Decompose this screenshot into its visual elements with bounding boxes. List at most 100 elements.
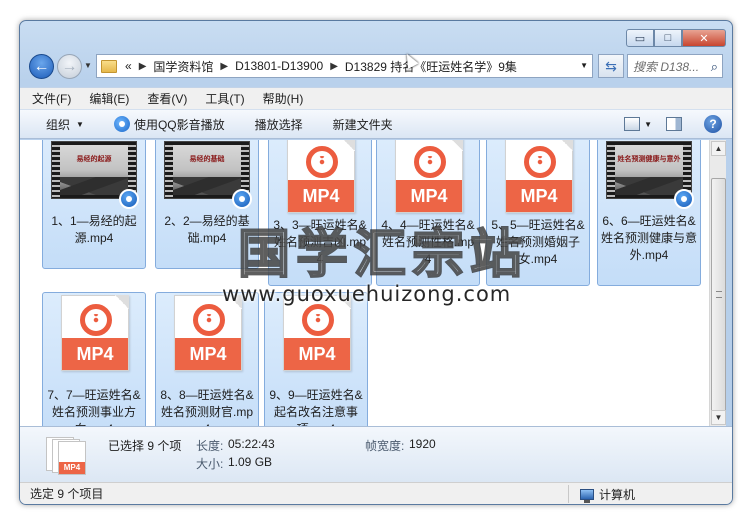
vertical-scrollbar[interactable]: ▲ ▼ [709, 140, 726, 426]
frame-width-label: 帧宽度: [365, 439, 405, 453]
page-fold-icon [341, 140, 355, 151]
chevron-down-icon: ▼ [76, 119, 84, 129]
folder-icon [101, 59, 117, 73]
film-reel-icon [193, 304, 225, 336]
video-frame-title: 易经的基础 [189, 156, 225, 163]
minimize-button[interactable]: ▭ [626, 29, 654, 47]
scroll-down-icon[interactable]: ▼ [711, 410, 726, 425]
file-item[interactable]: 姓名预测健康与意外 6、6—旺运姓名&姓名预测健康与意外.mp4 [597, 140, 701, 286]
frame-width-value: 1920 [409, 437, 436, 451]
video-frame [615, 145, 683, 195]
breadcrumb-separator-icon[interactable]: ▶ [220, 61, 228, 72]
close-button[interactable]: ✕ [682, 29, 726, 47]
status-zone: 计算机 [580, 486, 635, 503]
back-arrow-icon: ← [33, 57, 50, 75]
mp4-file-icon: MP4 [174, 295, 242, 371]
play-selected-button[interactable]: 播放选择 [255, 116, 303, 133]
size-value: 1.09 GB [228, 455, 273, 469]
mp4-badge: MP4 [62, 338, 128, 370]
mp4-badge: MP4 [284, 338, 350, 370]
menu-view[interactable]: 查看(V) [147, 90, 187, 107]
page-fold-icon [559, 140, 573, 151]
new-folder-button[interactable]: 新建文件夹 [333, 116, 393, 133]
watermark-url: www.guoxuehuizong.com [222, 282, 512, 306]
command-bar: 组织 ▼ 使用QQ影音播放 播放选择 新建文件夹 ▼ ? [20, 109, 732, 139]
mp4-file-icon: MP4 [283, 295, 351, 371]
film-strip-icon [52, 142, 60, 198]
mp4-file-icon: MP4 [395, 140, 463, 213]
file-item[interactable]: 易经的起源 1、1—易经的起源.mp4 [42, 140, 146, 269]
qq-player-icon [232, 189, 252, 209]
watermark-text: 国学汇宗站 [237, 224, 529, 286]
help-icon[interactable]: ? [704, 115, 722, 133]
address-bar[interactable]: « ▶ 国学资料馆 ▶ D13801-D13900 ▶ D13829 持名《旺运… [96, 54, 593, 78]
mp4-file-icon: MP4 [61, 295, 129, 371]
breadcrumb-item[interactable]: D13829 持名《旺运姓名学》9集 [345, 58, 517, 75]
breadcrumb-item[interactable]: 国学资料馆 [153, 58, 213, 75]
length-value: 05:22:43 [228, 437, 275, 451]
back-button[interactable]: ← [29, 54, 54, 79]
breadcrumb-overflow[interactable]: « [125, 59, 132, 73]
menu-edit[interactable]: 编辑(E) [89, 90, 129, 107]
length-label: 长度: [196, 439, 224, 453]
video-frame [60, 145, 128, 195]
play-with-qq-label: 使用QQ影音播放 [133, 117, 225, 132]
file-name: 1、1—易经的起源.mp4 [51, 214, 137, 245]
mp4-badge: MP4 [396, 180, 462, 212]
file-item[interactable]: MP4 8、8—旺运姓名&姓名预测财官.mp4 [155, 292, 259, 426]
status-zone-label: 计算机 [599, 488, 636, 502]
film-reel-icon [524, 146, 556, 178]
qq-player-icon [119, 189, 139, 209]
status-text: 选定 9 个项目 [30, 487, 104, 501]
scroll-up-icon[interactable]: ▲ [711, 141, 726, 156]
view-options-chevron-icon[interactable]: ▼ [644, 120, 652, 129]
file-name: 8、8—旺运姓名&姓名预测财官.mp4 [160, 388, 254, 426]
search-icon[interactable]: ⌕ [711, 59, 718, 75]
video-frame [173, 145, 241, 195]
organize-label: 组织 [46, 117, 71, 132]
file-stack-icon: MP4 [58, 441, 86, 475]
preview-pane-icon[interactable] [666, 117, 682, 131]
scrollbar-thumb[interactable] [711, 178, 726, 414]
file-item[interactable]: MP4 9、9—旺运姓名&起名改名注意事项.mp4 [264, 292, 368, 426]
refresh-button[interactable]: ⇆ [598, 54, 624, 78]
navigation-bar: ← → ▼ « ▶ 国学资料馆 ▶ D13801-D13900 ▶ D13829… [26, 53, 726, 81]
search-input[interactable]: 搜索 D138... ⌕ [627, 54, 723, 78]
grip-icon [716, 291, 722, 298]
mp4-file-icon: MP4 [505, 140, 573, 213]
breadcrumb-separator-icon[interactable]: ▶ [139, 61, 147, 72]
mp4-badge: MP4 [59, 462, 85, 474]
video-frame-title: 姓名预测健康与意外 [617, 156, 681, 163]
change-view-icon[interactable] [624, 117, 641, 131]
view-controls: ▼ ? [624, 115, 722, 133]
multi-file-icon: MP4 [46, 435, 90, 475]
address-dropdown-icon[interactable]: ▼ [580, 61, 588, 70]
film-reel-icon [306, 146, 338, 178]
page-fold-icon [449, 140, 463, 151]
search-placeholder: 搜索 D138... [633, 59, 700, 74]
forward-button[interactable]: → [57, 54, 82, 79]
mp4-badge: MP4 [175, 338, 241, 370]
file-item[interactable]: MP4 7、7—旺运姓名&姓名预测事业方向.mp4 [42, 292, 146, 426]
mp4-file-icon: MP4 [287, 140, 355, 213]
breadcrumb-item[interactable]: D13801-D13900 [235, 59, 323, 73]
recent-pages-dropdown[interactable]: ▼ [84, 61, 92, 70]
caption-buttons: ▭ □ ✕ [626, 29, 726, 47]
organize-button[interactable]: 组织 ▼ [46, 116, 84, 133]
menu-file[interactable]: 文件(F) [32, 90, 71, 107]
page-fold-icon [115, 295, 129, 309]
details-pane: MP4 已选择 9 个项 长度: 05:22:43 大小: 1.09 GB 帧宽… [20, 426, 732, 482]
breadcrumb-separator-icon[interactable]: ▶ [330, 61, 338, 72]
size-label: 大小: [196, 457, 224, 471]
film-strip-icon [165, 142, 173, 198]
menu-help[interactable]: 帮助(H) [263, 90, 304, 107]
menu-tools[interactable]: 工具(T) [205, 90, 244, 107]
mp4-badge: MP4 [506, 180, 572, 212]
maximize-button[interactable]: □ [654, 29, 682, 47]
file-name: 6、6—旺运姓名&姓名预测健康与意外.mp4 [600, 214, 697, 262]
film-strip-icon [607, 142, 615, 198]
play-with-qq-button[interactable]: 使用QQ影音播放 [113, 116, 225, 133]
selection-count: 已选择 9 个项 [108, 439, 182, 453]
menu-bar: 文件(F) 编辑(E) 查看(V) 工具(T) 帮助(H) [20, 87, 732, 109]
qq-player-icon [674, 189, 694, 209]
